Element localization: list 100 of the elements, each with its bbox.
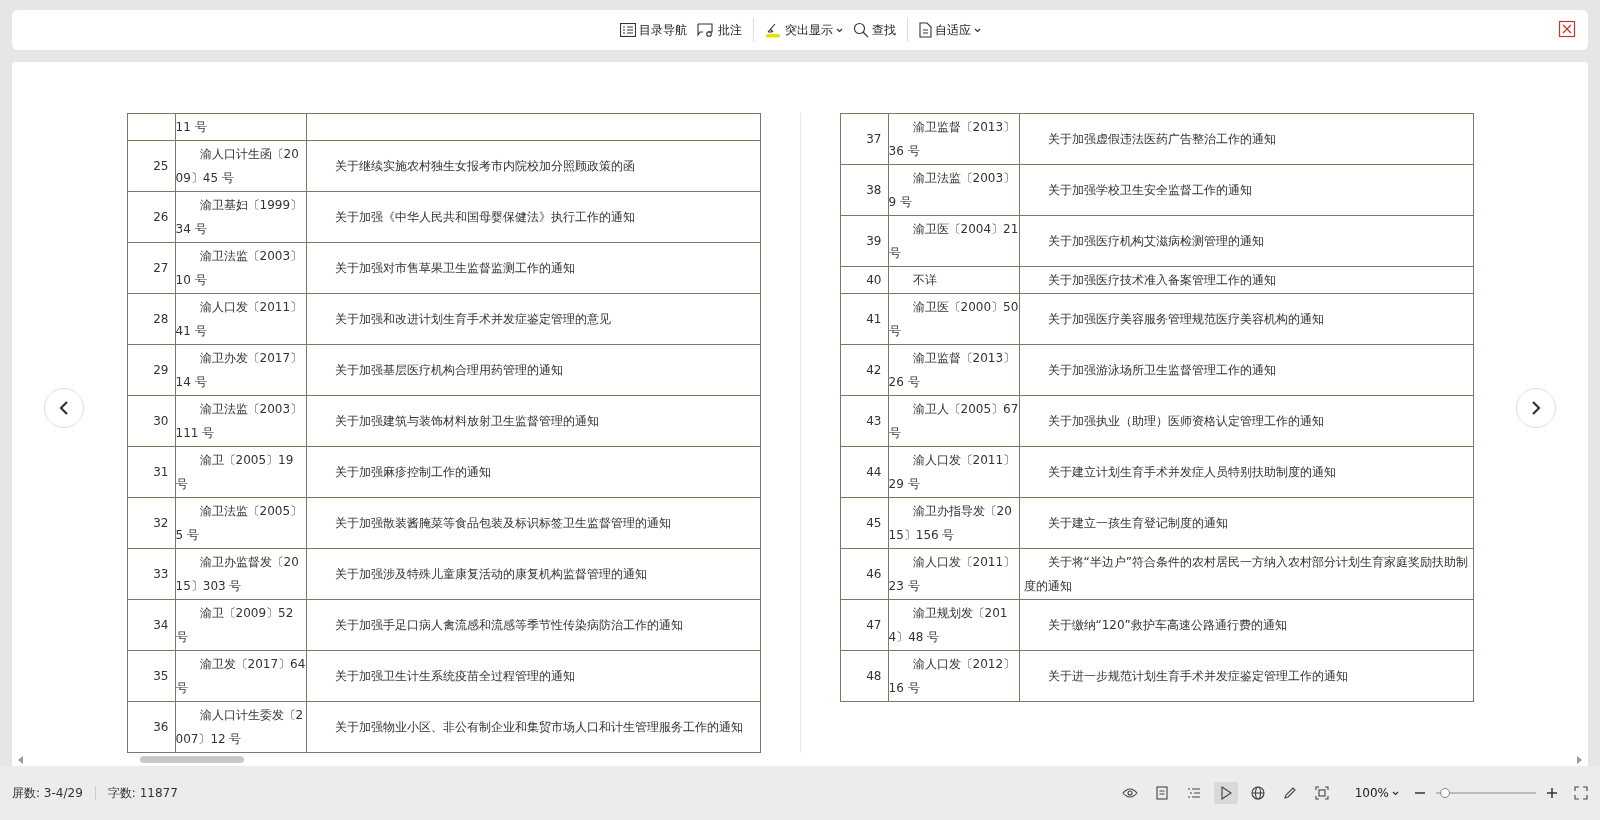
dropdown-button[interactable]: 自适应: [913, 18, 986, 42]
document-number-cell: 渝卫法监〔2003〕10 号: [175, 242, 306, 294]
row-number-cell: 45: [840, 497, 888, 549]
dropdown-button[interactable]: 突出显示: [759, 18, 848, 42]
toolbar-button[interactable]: 查找: [847, 18, 901, 42]
document-title-cell: 关于建立计划生育手术并发症人员特别扶助制度的通知: [1019, 446, 1473, 498]
document-number-cell: 渝卫基妇〔1999〕34 号: [175, 191, 306, 243]
document-number-cell: 渝卫法监〔2003〕111 号: [175, 395, 306, 447]
row-number-cell: 42: [840, 344, 888, 396]
document-title-cell: 关于加强医疗机构艾滋病检测管理的通知: [1019, 215, 1473, 267]
document-number-cell: 渝人口计生函〔2009〕45 号: [175, 140, 306, 192]
document-number-cell: 渝人口发〔2011〕23 号: [888, 548, 1019, 600]
document-title-cell: 关于加强基层医疗机构合理用药管理的通知: [306, 344, 760, 396]
document-number-cell: 渝卫医〔2000〕50 号: [888, 293, 1019, 345]
fullscreen-icon[interactable]: [1574, 786, 1588, 800]
list-icon: [619, 23, 636, 37]
document-number-cell: 渝卫医〔2004〕21 号: [888, 215, 1019, 267]
document-title-cell: 关于加强麻疹控制工作的通知: [306, 446, 760, 498]
search-icon: [852, 22, 869, 38]
page-count-text: 屏数: 3-4/29: [12, 785, 83, 802]
document-number-cell: 渝卫法监〔2005〕5 号: [175, 497, 306, 549]
document-title-cell: 关于加强执业（助理）医师资格认定管理工作的通知: [1019, 395, 1473, 447]
row-number-cell: 34: [127, 599, 175, 651]
document-number-cell: 渝卫人〔2005〕67 号: [888, 395, 1019, 447]
highlighter-icon: [764, 22, 782, 38]
document-title-cell: 关于加强医疗美容服务管理规范医疗美容机构的通知: [1019, 293, 1473, 345]
chevron-right-icon[interactable]: [1530, 399, 1542, 416]
document-title-cell: 关于加强对市售草果卫生监督监测工作的通知: [306, 242, 760, 294]
scrollbar-thumb[interactable]: [140, 756, 244, 763]
play-icon[interactable]: [1219, 786, 1232, 800]
caret-icon: [835, 27, 843, 33]
play-view-button[interactable]: [1213, 782, 1238, 804]
document-number-cell: 渝人口发〔2011〕41 号: [175, 293, 306, 345]
document-number-cell: 渝卫〔2009〕52 号: [175, 599, 306, 651]
caret-icon: [973, 27, 981, 33]
document-title-cell: 关于加强学校卫生安全监督工作的通知: [1019, 164, 1473, 216]
document-title-cell: 关于缴纳“120”救护车高速公路通行费的通知: [1019, 599, 1473, 651]
document-title-cell: 关于加强涉及特殊儿童康复活动的康复机构监督管理的通知: [306, 548, 760, 600]
row-number-cell: 41: [840, 293, 888, 345]
document-title-cell: 关于加强和改进计划生育手术并发症鉴定管理的意见: [306, 293, 760, 345]
document-icon: [918, 22, 932, 38]
document-number-cell: 渝卫办发〔2017〕14 号: [175, 344, 306, 396]
document-number-cell: 渝卫办指导发〔2015〕156 号: [888, 497, 1019, 549]
row-number-cell: 31: [127, 446, 175, 498]
row-number-cell: 39: [840, 215, 888, 267]
document-number-cell: 11 号: [175, 113, 306, 141]
next-page-button[interactable]: [1516, 387, 1556, 428]
document-number-cell: 渝卫办监督发〔2015〕303 号: [175, 548, 306, 600]
chevron-left-icon[interactable]: [58, 399, 70, 416]
document-title-cell: 关于加强散装酱腌菜等食品包装及标识标签卫生监督管理的通知: [306, 497, 760, 549]
comment-icon: [696, 22, 715, 38]
slider-thumb[interactable]: [1440, 788, 1450, 798]
document-title-cell: 关于加强物业小区、非公有制企业和集贸市场人口和计生管理服务工作的通知: [306, 701, 760, 753]
row-number-cell: 46: [840, 548, 888, 600]
row-number-cell: 35: [127, 650, 175, 702]
document-number-cell: 渝卫〔2005〕19 号: [175, 446, 306, 498]
row-number-cell: 27: [127, 242, 175, 294]
document-number-cell: 渝卫法监〔2003〕9 号: [888, 164, 1019, 216]
document-title-cell: 关于继续实施农村独生女报考市内院校加分照顾政策的函: [306, 140, 760, 192]
globe-icon[interactable]: [1250, 786, 1265, 800]
caret-icon: [1392, 790, 1399, 796]
document-number-cell: 渝人口计生委发〔2007〕12 号: [175, 701, 306, 753]
page-icon[interactable]: [1155, 786, 1168, 800]
document-number-cell: 渝人口发〔2011〕29 号: [888, 446, 1019, 498]
scroll-right-icon[interactable]: [1576, 755, 1582, 764]
word-count-text: 字数: 11877: [107, 785, 178, 802]
row-number-cell: 43: [840, 395, 888, 447]
document-title-cell: 关于加强医疗技术准入备案管理工作的通知: [1019, 266, 1473, 294]
toolbar-button[interactable]: 目录导航: [614, 18, 692, 42]
row-number-cell: 30: [127, 395, 175, 447]
row-number-cell: 32: [127, 497, 175, 549]
pen-icon[interactable]: [1282, 786, 1297, 800]
document-title-cell: 关于建立一孩生育登记制度的通知: [1019, 497, 1473, 549]
zoom-in-icon[interactable]: [1546, 787, 1558, 799]
eye-icon[interactable]: [1121, 787, 1138, 799]
row-number-cell: 25: [127, 140, 175, 192]
zoom-dropdown[interactable]: 100%: [1349, 781, 1404, 805]
document-number-cell: 渝人口发〔2012〕16 号: [888, 650, 1019, 702]
document-title-cell: 关于将“半边户”符合条件的农村居民一方纳入农村部分计划生育家庭奖励扶助制度的通知: [1019, 548, 1473, 600]
row-number-cell: 29: [127, 344, 175, 396]
row-number-cell: 48: [840, 650, 888, 702]
row-number-cell: 40: [840, 266, 888, 294]
fit-screen-icon[interactable]: [1314, 786, 1329, 800]
document-title-cell: 关于加强《中华人民共和国母婴保健法》执行工作的通知: [306, 191, 760, 243]
row-number-cell: 38: [840, 164, 888, 216]
document-number-cell: 不详: [888, 266, 1019, 294]
row-number-cell: 36: [127, 701, 175, 753]
previous-page-button[interactable]: [44, 387, 84, 428]
document-title-cell: 关于加强建筑与装饰材料放射卫生监督管理的通知: [306, 395, 760, 447]
document-title-cell: 关于进一步规范计划生育手术并发症鉴定管理工作的通知: [1019, 650, 1473, 702]
toolbar-button[interactable]: 批注: [691, 18, 747, 42]
close-button[interactable]: [1558, 20, 1576, 38]
zoom-slider[interactable]: [1436, 787, 1536, 799]
document-title-cell: 关于加强虚假违法医药广告整治工作的通知: [1019, 113, 1473, 165]
document-number-cell: 渝卫规划发〔2014〕48 号: [888, 599, 1019, 651]
row-number-cell: 47: [840, 599, 888, 651]
row-number-cell: 33: [127, 548, 175, 600]
document-title-cell: 关于加强卫生计生系统疫苗全过程管理的通知: [306, 650, 760, 702]
row-number-cell: 37: [840, 113, 888, 165]
scroll-left-icon[interactable]: [18, 755, 24, 764]
